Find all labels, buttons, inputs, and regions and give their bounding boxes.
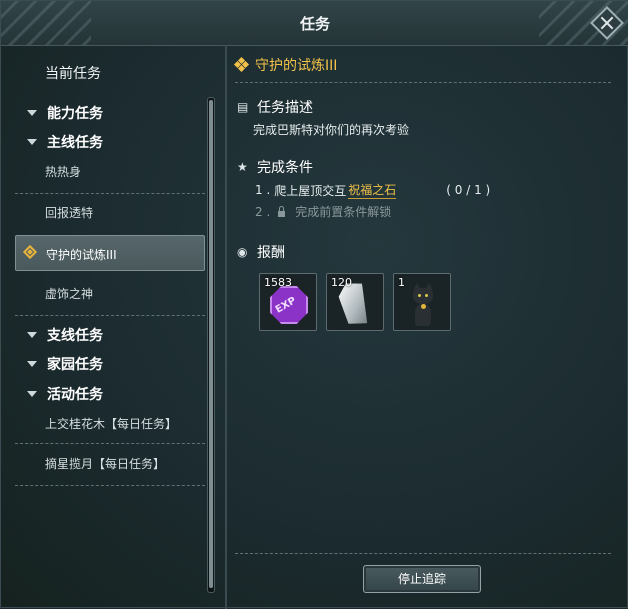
conditions-header: ★ 完成条件	[237, 157, 313, 177]
category-main[interactable]: 主线任务	[27, 132, 103, 152]
quest-item-selected[interactable]: 守护的试炼III	[15, 235, 205, 271]
quest-item-vanity-god[interactable]: 虚饰之神	[45, 285, 93, 302]
description-header-label: 任务描述	[257, 100, 313, 116]
condition-number: 1 .	[255, 183, 271, 197]
star-icon: ★	[237, 160, 248, 174]
condition-1: 1 . 爬上屋顶交互 祝福之石 ( 0 / 1 )	[255, 181, 490, 199]
expand-triangle-icon	[27, 361, 37, 367]
condition-text: 爬上屋顶交互	[274, 183, 347, 198]
coins-icon: ◉	[237, 245, 248, 259]
quest-title-text: 守护的试炼III	[255, 58, 338, 74]
expand-triangle-icon	[27, 139, 37, 145]
reward-count: 120	[331, 276, 352, 289]
reward-list: EXP 1583 120 1	[259, 273, 451, 331]
category-label: 活动任务	[47, 387, 103, 403]
category-side[interactable]: 支线任务	[27, 325, 103, 345]
quest-item-stars[interactable]: 摘星揽月【每日任务】	[45, 455, 165, 472]
list-divider	[15, 443, 205, 444]
current-quests-heading: 当前任务	[45, 66, 101, 82]
panel-divider	[225, 45, 227, 609]
quest-list-panel: 当前任务 能力任务 主线任务 热热身 回报透特 守护的试炼III 虚饰之神 支线…	[1, 45, 223, 609]
condition-target-link[interactable]: 祝福之石	[348, 181, 397, 199]
quest-item-label: 守护的试炼III	[46, 248, 117, 262]
category-label: 支线任务	[47, 328, 103, 344]
lock-icon	[278, 205, 286, 217]
category-event[interactable]: 活动任务	[27, 384, 103, 404]
expand-triangle-icon	[27, 110, 37, 116]
rewards-header-label: 报酬	[257, 245, 285, 261]
condition-2: 2 . 完成前置条件解锁	[255, 203, 391, 220]
condition-progress: ( 0 / 1 )	[446, 183, 491, 197]
list-divider	[15, 485, 205, 486]
rewards-header: ◉ 报酬	[237, 242, 285, 262]
reward-count: 1	[398, 276, 405, 289]
quest-diamond-icon	[233, 56, 250, 73]
category-label: 家园任务	[47, 357, 103, 373]
list-divider	[15, 193, 205, 194]
category-label: 能力任务	[47, 106, 103, 122]
document-icon: ▤	[237, 100, 249, 114]
condition-text: 完成前置条件解锁	[295, 205, 392, 219]
category-ability[interactable]: 能力任务	[27, 103, 103, 123]
quest-detail-panel: 守护的试炼III ▤ 任务描述 完成巴斯特对你们的再次考验 ★ 完成条件 1 .…	[229, 45, 628, 609]
quest-item-osmanthus[interactable]: 上交桂花木【每日任务】	[45, 415, 177, 432]
reward-count: 1583	[264, 276, 292, 289]
reward-slot-exp[interactable]: EXP 1583	[259, 273, 317, 331]
list-divider	[15, 315, 205, 316]
stop-tracking-button[interactable]: 停止追踪	[363, 565, 481, 593]
quest-list-scrollbar[interactable]	[207, 97, 215, 593]
reward-slot-crystal[interactable]: 120	[326, 273, 384, 331]
quest-description: 完成巴斯特对你们的再次考验	[253, 123, 410, 137]
condition-number: 2 .	[255, 204, 271, 219]
title-bar: 任务	[1, 1, 628, 46]
quest-title: 守护的试炼III	[233, 55, 338, 75]
quest-item-repay[interactable]: 回报透特	[45, 204, 93, 221]
category-home[interactable]: 家园任务	[27, 354, 103, 374]
expand-triangle-icon	[27, 332, 37, 338]
conditions-header-label: 完成条件	[257, 160, 313, 176]
window-title: 任务	[299, 15, 330, 33]
scrollbar-thumb[interactable]	[209, 100, 213, 588]
detail-divider	[235, 82, 611, 83]
quest-item-warmup[interactable]: 热热身	[45, 163, 81, 180]
category-label: 主线任务	[47, 135, 103, 151]
footer-divider	[235, 553, 611, 554]
black-cat-icon	[411, 283, 435, 326]
expand-triangle-icon	[27, 391, 37, 397]
tracking-diamond-icon	[22, 244, 38, 260]
reward-slot-cat[interactable]: 1	[393, 273, 451, 331]
description-header: ▤ 任务描述	[237, 97, 313, 117]
quest-window: 任务 当前任务 能力任务 主线任务 热热身 回报透特 守护的试炼III 虚饰之神…	[0, 0, 628, 609]
